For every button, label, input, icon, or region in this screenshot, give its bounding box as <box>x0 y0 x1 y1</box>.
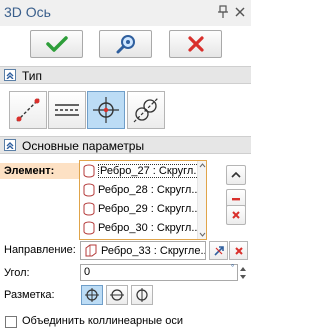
direction-field[interactable]: Ребро_33 : Скругле... <box>80 241 206 260</box>
reverse-direction-button[interactable] <box>209 241 228 260</box>
list-item[interactable]: Ребро_28 : Скругл... <box>80 181 198 198</box>
marking-horizontal-button[interactable] <box>106 285 128 305</box>
params-section-header[interactable]: Основные параметры <box>0 136 251 154</box>
action-bar <box>0 28 251 62</box>
horizontal-mark-icon <box>110 289 124 301</box>
direction-value: Ребро_33 : Скругле... <box>101 244 206 257</box>
collapse-toggle-icon[interactable] <box>4 139 16 151</box>
preview-icon <box>116 35 135 54</box>
edge-icon <box>83 164 95 177</box>
type-options <box>0 89 251 131</box>
delete-icon <box>234 246 243 255</box>
element-label: Элемент: <box>0 163 79 179</box>
preview-button[interactable] <box>99 30 152 58</box>
axis-between-circles-icon <box>133 97 159 123</box>
delete-icon <box>232 211 240 219</box>
list-item[interactable]: Ребро_30 : Скругл... <box>80 219 198 236</box>
cancel-icon <box>187 36 204 52</box>
type-axis-between-circles-button[interactable] <box>127 91 165 129</box>
face-icon <box>85 244 97 256</box>
element-list-scrollbar[interactable] <box>197 161 206 239</box>
list-item[interactable]: Ребро_29 : Скругл... <box>80 200 198 217</box>
angle-spinner[interactable] <box>238 265 248 281</box>
edge-icon <box>83 183 95 196</box>
ok-button[interactable] <box>30 30 83 58</box>
direction-label: Направление: <box>4 244 76 256</box>
type-line-parallel-button[interactable] <box>48 91 86 129</box>
collapse-toggle-icon[interactable] <box>4 69 16 81</box>
angle-input[interactable]: 0 <box>80 264 238 281</box>
move-up-button[interactable] <box>226 165 246 185</box>
element-item-text: Ребро_28 : Скругл... <box>98 183 198 196</box>
marking-vertical-button[interactable] <box>131 285 153 305</box>
marking-label: Разметка: <box>4 289 55 301</box>
clear-list-button[interactable] <box>226 205 246 225</box>
degree-icon: ° <box>231 263 235 272</box>
pin-icon[interactable] <box>217 5 229 19</box>
window-title: 3D Ось <box>4 4 51 20</box>
element-item-text: Ребро_29 : Скругл... <box>98 202 198 215</box>
type-axis-from-point-button[interactable] <box>87 91 125 129</box>
type-line-two-points-button[interactable] <box>9 91 47 129</box>
cancel-button[interactable] <box>169 30 222 58</box>
vertical-mark-icon <box>136 288 148 302</box>
axis-from-point-icon <box>93 97 119 123</box>
element-list[interactable]: Ребро_27 : Скругл... Ребро_28 : Скругл..… <box>79 160 207 240</box>
line-parallel-icon <box>55 104 79 116</box>
chevron-up-icon <box>231 171 241 178</box>
params-section-label: Основные параметры <box>22 139 145 153</box>
checkmark-icon <box>45 36 68 52</box>
edge-icon <box>83 221 95 234</box>
element-item-text: Ребро_30 : Скругл... <box>98 221 198 234</box>
minus-icon <box>232 198 240 201</box>
type-section-header[interactable]: Тип <box>0 66 251 84</box>
element-item-text: Ребро_27 : Скругл... <box>98 163 198 178</box>
list-item[interactable]: Ребро_27 : Скругл... <box>80 162 198 179</box>
angle-label: Угол: <box>4 267 30 279</box>
edge-icon <box>83 202 95 215</box>
crosshair-icon <box>85 288 99 302</box>
marking-crosshair-button[interactable] <box>81 285 103 305</box>
type-section-label: Тип <box>22 69 43 83</box>
clear-direction-button[interactable] <box>229 241 248 260</box>
reverse-direction-icon <box>213 245 224 256</box>
merge-collinear-checkbox[interactable] <box>5 316 17 328</box>
title-bar: 3D Ось <box>0 0 251 26</box>
merge-collinear-label: Объединить коллинеарные оси <box>22 315 183 327</box>
line-two-points-icon <box>16 98 40 122</box>
close-icon[interactable] <box>234 5 246 19</box>
